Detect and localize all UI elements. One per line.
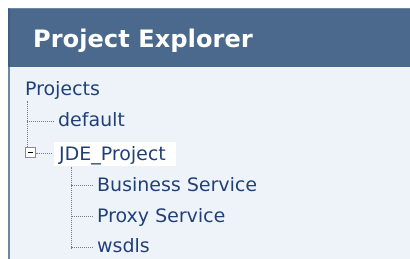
tree-guide-default [27,121,54,122]
tree-collapse-toggle[interactable] [25,147,36,158]
tree-item-wsdls[interactable]: wsdls [97,234,150,258]
tree-item-proxy-service[interactable]: Proxy Service [97,204,225,228]
tree-item-default[interactable]: default [58,108,125,132]
project-explorer-panel: Project Explorer Projects default JDE_Pr… [0,0,410,259]
project-tree: Projects default JDE_Project Business Se… [8,67,410,259]
panel-header: Project Explorer [8,8,410,67]
tree-guide-proxy-service [71,216,93,217]
tree-guide-root [27,101,28,147]
tree-item-jde-project[interactable]: JDE_Project [54,142,176,166]
tree-guide-business-service [71,185,93,186]
tree-item-business-service[interactable]: Business Service [97,173,257,197]
panel-title: Project Explorer [33,25,253,53]
tree-root-projects[interactable]: Projects [25,77,100,101]
tree-guide-jde [36,153,52,154]
tree-guide-wsdls [71,247,93,248]
tree-guide-children [71,167,72,249]
